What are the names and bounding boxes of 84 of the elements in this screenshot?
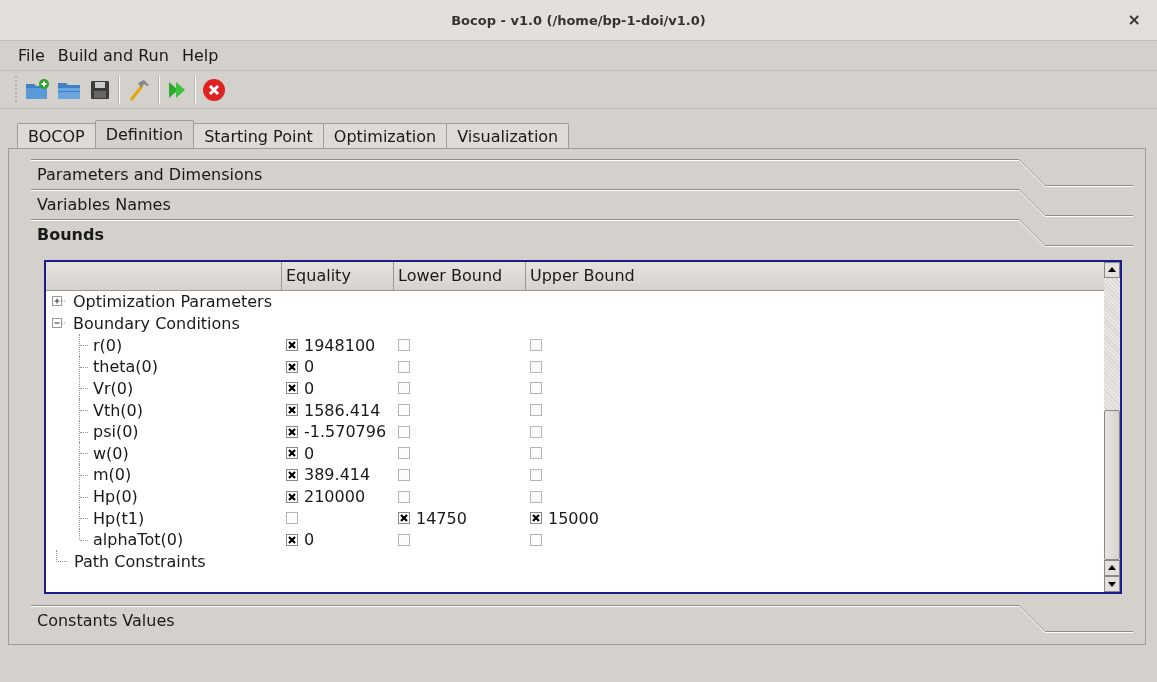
header-edge-icon — [993, 605, 1133, 635]
tree-item[interactable]: r(0) — [93, 335, 123, 355]
checkbox[interactable] — [398, 512, 410, 525]
checkbox[interactable] — [398, 425, 410, 438]
tree-item[interactable]: Boundary Conditions — [73, 313, 240, 333]
section-header[interactable]: Constants Values — [31, 605, 1133, 635]
cell-value: 1586.414 — [304, 400, 381, 420]
column-header[interactable]: Upper Bound — [526, 262, 1104, 290]
menu-item[interactable]: Build and Run — [51, 44, 176, 67]
close-button[interactable]: × — [1123, 10, 1145, 29]
scroll-thumb[interactable] — [1104, 410, 1120, 560]
tree-item[interactable]: Vth(0) — [93, 400, 144, 420]
menu-item[interactable]: Help — [175, 44, 226, 67]
stop-icon[interactable] — [202, 77, 226, 102]
checkbox[interactable] — [530, 512, 542, 525]
header-edge-icon — [993, 219, 1133, 249]
cell-value: 15000 — [548, 508, 599, 528]
tree-item[interactable]: w(0) — [93, 443, 129, 463]
checkbox[interactable] — [530, 404, 542, 416]
cell-value: 0 — [304, 530, 315, 550]
checkbox[interactable] — [398, 533, 410, 546]
section-header[interactable]: Variables Names — [31, 189, 1133, 219]
scroll-up-icon[interactable] — [1104, 560, 1120, 576]
checkbox[interactable] — [530, 360, 542, 373]
column-header[interactable]: Lower Bound — [394, 262, 526, 290]
section-header[interactable]: Parameters and Dimensions — [31, 159, 1133, 189]
header-edge-icon — [993, 189, 1133, 219]
checkbox[interactable] — [286, 339, 298, 352]
collapse-icon[interactable] — [52, 317, 66, 329]
tree-item[interactable]: Path Constraints — [74, 552, 206, 571]
scroll-down-icon[interactable] — [1104, 576, 1120, 592]
checkbox[interactable] — [530, 533, 542, 546]
checkbox[interactable] — [398, 360, 410, 373]
section-header[interactable]: Bounds — [31, 219, 1133, 249]
checkbox[interactable] — [398, 447, 410, 460]
tree-item[interactable]: Hp(t1) — [93, 508, 145, 528]
menu-item[interactable]: File — [12, 44, 52, 67]
checkbox[interactable] — [286, 382, 298, 395]
cell-value: 0 — [304, 443, 315, 463]
expand-icon[interactable] — [52, 296, 66, 308]
window-title: Bocop - v1.0 (/home/bp-1-doi/v1.0) — [451, 12, 706, 28]
checkbox[interactable] — [398, 382, 410, 395]
cell-value: 0 — [304, 378, 315, 398]
checkbox[interactable] — [286, 533, 298, 546]
checkbox[interactable] — [286, 512, 298, 525]
column-header[interactable]: Equality — [282, 262, 394, 290]
tab[interactable]: Starting Point — [193, 123, 324, 148]
checkbox[interactable] — [530, 382, 542, 395]
checkbox[interactable] — [286, 490, 298, 503]
tree-item[interactable]: Hp(0) — [93, 487, 138, 507]
cell-value: 0 — [304, 357, 315, 377]
new-folder-icon[interactable] — [24, 77, 50, 102]
checkbox[interactable] — [530, 490, 542, 503]
tree-item[interactable]: alphaTot(0) — [93, 530, 184, 550]
tab[interactable]: Optimization — [322, 123, 448, 148]
tree-item[interactable]: psi(0) — [93, 422, 139, 442]
tree-item[interactable]: Vr(0) — [93, 378, 134, 398]
scroll-up-icon[interactable] — [1104, 262, 1120, 278]
tree-item[interactable]: theta(0) — [93, 357, 158, 377]
checkbox[interactable] — [530, 339, 542, 352]
tab[interactable]: Visualization — [446, 123, 570, 148]
tree-item[interactable]: m(0) — [93, 465, 132, 485]
checkbox[interactable] — [398, 490, 410, 503]
tab[interactable]: BOCOP — [17, 123, 96, 148]
checkbox[interactable] — [530, 447, 542, 460]
checkbox[interactable] — [286, 447, 298, 460]
scrollbar[interactable] — [1104, 262, 1120, 592]
cell-value: 210000 — [304, 487, 366, 507]
cell-value: 14750 — [416, 508, 467, 528]
checkbox[interactable] — [530, 468, 542, 481]
cell-value: 389.414 — [304, 465, 371, 485]
toolbar-grip-icon[interactable] — [14, 74, 18, 105]
checkbox[interactable] — [530, 425, 542, 438]
checkbox[interactable] — [398, 404, 410, 416]
checkbox[interactable] — [286, 425, 298, 438]
checkbox[interactable] — [398, 468, 410, 481]
cell-value: 1948100 — [304, 335, 376, 355]
tree-item[interactable]: Optimization Parameters — [73, 292, 272, 312]
checkbox[interactable] — [398, 339, 410, 352]
checkbox[interactable] — [286, 468, 298, 481]
checkbox[interactable] — [286, 404, 298, 416]
checkbox[interactable] — [286, 360, 298, 373]
header-edge-icon — [993, 159, 1133, 189]
cell-value: -1.570796 — [304, 422, 387, 442]
